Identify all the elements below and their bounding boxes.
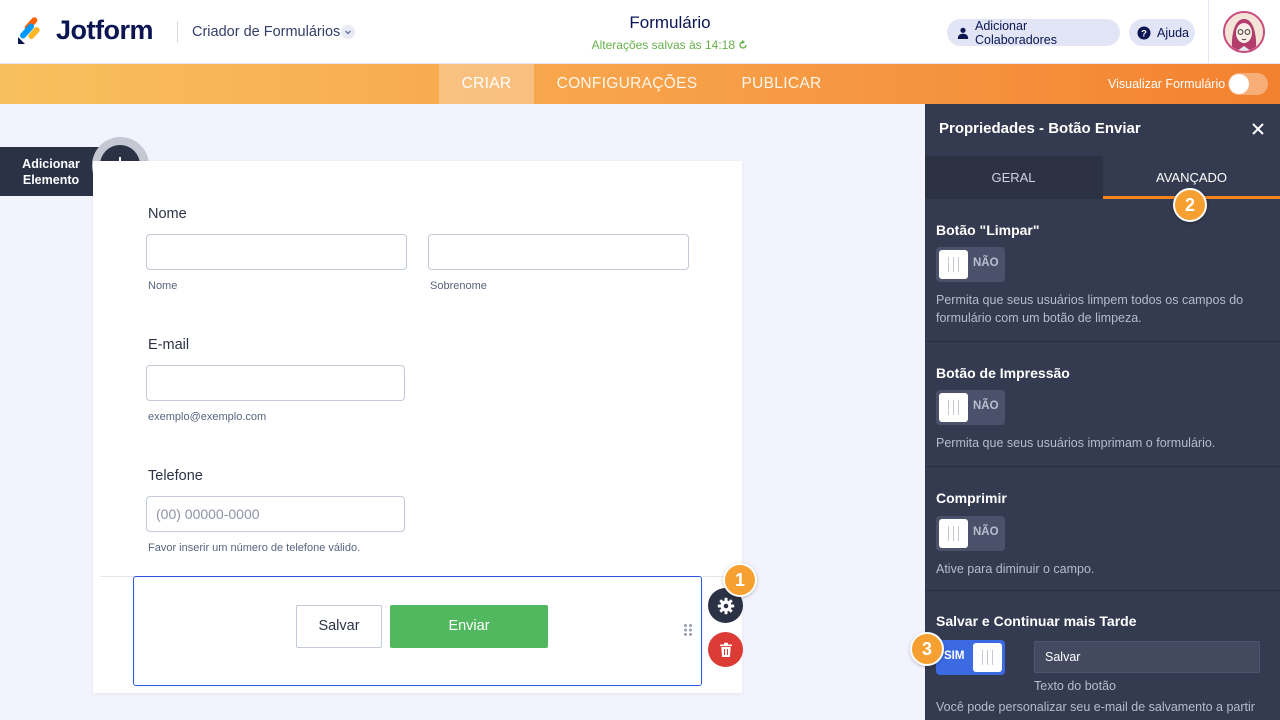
jotform-logo-icon[interactable] [16, 17, 42, 45]
help-label: Ajuda [1157, 25, 1189, 40]
top-bar: Jotform Criador de Formulários Formulári… [0, 0, 1280, 64]
divider [925, 590, 1280, 591]
properties-panel: Propriedades - Botão Enviar GERAL AVANÇA… [925, 104, 1280, 720]
save-button-text-label: Texto do botão [1034, 679, 1117, 693]
divider [925, 466, 1280, 467]
brand-name[interactable]: Jotform [56, 15, 154, 46]
step-badge-3: 3 [910, 632, 944, 666]
phone-label: Telefone [148, 468, 203, 484]
email-sublabel: exemplo@exemplo.com [148, 411, 267, 423]
tab-publicar[interactable]: PUBLICAR [724, 64, 839, 104]
tab-geral[interactable]: GERAL [925, 156, 1102, 199]
first-name-input[interactable] [146, 234, 407, 270]
shrink-desc: Ative para diminuir o campo. [936, 562, 1095, 576]
panel-title: Propriedades - Botão Enviar [939, 120, 1141, 137]
builder-nav: CRIAR CONFIGURAÇÕES PUBLICAR Visualizar … [0, 64, 1280, 104]
help-icon: ? [1137, 26, 1151, 39]
builder-title[interactable]: Criador de Formulários [192, 24, 340, 40]
close-icon[interactable] [1251, 122, 1265, 136]
add-collaborators-button[interactable]: Adicionar Colaboradores [947, 18, 1120, 47]
clear-button-desc: Permita que seus usuários limpem todos o… [936, 293, 1244, 325]
clear-button-toggle[interactable]: NÃO [936, 247, 1005, 282]
preview-form-toggle[interactable] [1228, 73, 1268, 95]
tab-criar[interactable]: CRIAR [439, 64, 534, 104]
last-name-sublabel: Sobrenome [430, 280, 487, 292]
print-button-toggle-label: NÃO [973, 400, 999, 412]
preview-form-label: Visualizar Formulário [1108, 77, 1226, 91]
name-label: Nome [148, 206, 187, 222]
help-button[interactable]: ? Ajuda [1129, 19, 1195, 46]
gear-icon [717, 597, 734, 614]
clear-button-toggle-label: NÃO [973, 257, 999, 269]
email-input[interactable] [146, 365, 405, 401]
save-button-text-input[interactable]: Salvar [1034, 641, 1260, 673]
add-element-label: Adicionar Elemento [22, 157, 80, 187]
email-label: E-mail [148, 337, 190, 353]
save-continue-title: Salvar e Continuar mais Tarde [936, 613, 1137, 629]
divider [177, 21, 178, 43]
panel-tabs: GERAL AVANÇADO [925, 156, 1280, 199]
save-status: Alterações salvas às 14:18 [540, 38, 800, 52]
print-button-toggle[interactable]: NÃO [936, 390, 1005, 425]
drag-handle-icon[interactable] [683, 623, 693, 637]
save-continue-toggle[interactable]: SIM [936, 640, 1005, 675]
avatar-icon[interactable] [1223, 11, 1265, 53]
phone-placeholder: (00) 00000-0000 [156, 506, 260, 522]
form-title[interactable]: Formulário [540, 13, 800, 33]
phone-sublabel: Favor inserir um número de telefone váli… [148, 542, 361, 554]
save-continue-desc: Você pode personalizar seu e-mail de sal… [936, 700, 1255, 714]
divider [925, 341, 1280, 342]
last-name-input[interactable] [428, 234, 689, 270]
save-status-text: Alterações salvas às 14:18 [591, 38, 736, 52]
svg-text:?: ? [1141, 28, 1147, 39]
submit-button[interactable]: Enviar [390, 605, 548, 648]
save-continue-toggle-label: SIM [944, 650, 965, 662]
print-button-desc: Permita que seus usuários imprimam o for… [936, 436, 1216, 450]
clear-button-title: Botão "Limpar" [936, 222, 1040, 238]
phone-input[interactable]: (00) 00000-0000 [146, 496, 405, 532]
delete-field-button[interactable] [708, 632, 743, 667]
save-button[interactable]: Salvar [296, 605, 382, 648]
shrink-title: Comprimir [936, 490, 1007, 506]
user-icon [957, 27, 969, 39]
trash-icon [719, 642, 732, 657]
divider [1208, 0, 1209, 64]
step-badge-1: 1 [723, 563, 757, 597]
shrink-toggle-label: NÃO [973, 526, 999, 538]
tab-configuracoes[interactable]: CONFIGURAÇÕES [538, 64, 716, 104]
step-badge-2: 2 [1173, 188, 1207, 222]
chevron-down-icon[interactable] [341, 25, 355, 39]
add-collaborators-label: Adicionar Colaboradores [975, 18, 1057, 47]
refresh-icon [739, 40, 748, 49]
print-button-title: Botão de Impressão [936, 365, 1070, 381]
shrink-toggle[interactable]: NÃO [936, 516, 1005, 551]
first-name-sublabel: Nome [148, 280, 178, 292]
